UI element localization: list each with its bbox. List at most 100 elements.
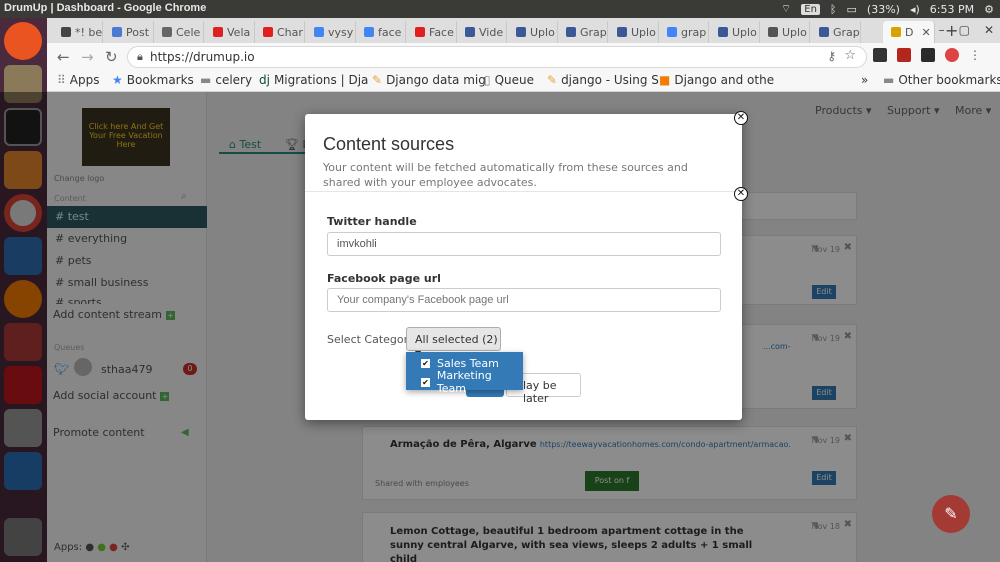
favicon-icon <box>61 27 71 37</box>
ubuntu-dash-icon[interactable] <box>4 22 42 60</box>
bookmark-item[interactable]: ■ Django and othe <box>659 73 774 87</box>
tab-label: Cele <box>176 25 201 39</box>
facebook-url-input[interactable] <box>327 288 721 312</box>
browser-tab[interactable]: vysy <box>306 21 356 43</box>
browser-tab[interactable]: Uplo <box>710 21 760 43</box>
browser-tab[interactable]: Face <box>407 21 457 43</box>
drumup-favicon-icon <box>891 27 901 37</box>
bookmark-label: Migrations | Dja <box>273 73 369 87</box>
url-text: https://drumup.io <box>150 50 255 64</box>
modal-description: Your content will be fetched automatical… <box>323 161 688 189</box>
os-top-bar: DrumUp | Dashboard - Google Chrome ⌔ En … <box>0 0 1000 18</box>
compose-fab[interactable]: ✎ <box>932 495 970 533</box>
battery-percent: (33%) <box>866 2 900 16</box>
back-icon[interactable]: ← <box>57 48 70 66</box>
youtube-favicon-icon <box>415 27 425 37</box>
close-inner-modal-icon[interactable]: ✕ <box>734 187 748 201</box>
key-icon[interactable]: ⚷ <box>827 49 836 63</box>
bookmark-item[interactable]: ▯ Queue <box>484 73 534 87</box>
folder-icon: ▬ <box>883 73 895 87</box>
tab-label: Uplo <box>631 25 656 39</box>
bookmark-item[interactable]: ✎ django - Using S <box>547 73 659 87</box>
bookmark-item[interactable]: ▬ celery <box>200 73 252 87</box>
bookmark-label: django - Using S <box>561 73 659 87</box>
twitter-handle-label: Twitter handle <box>327 215 417 228</box>
facebook-favicon-icon <box>465 27 475 37</box>
category-dropdown-menu: ✔ Sales Team ✔ Marketing Team <box>406 352 523 395</box>
menu-dots-icon[interactable]: ⋮ <box>969 48 983 62</box>
address-bar[interactable]: 🔒︎ https://drumup.io ⚷ ☆ <box>127 46 867 68</box>
browser-tab-active[interactable]: D ✕ <box>883 21 935 43</box>
bookmark-favicon-icon: ✎ <box>372 73 383 87</box>
browser-tab[interactable]: Uplo <box>609 21 659 43</box>
extension-icon[interactable] <box>921 48 935 62</box>
browser-tab[interactable]: Vela <box>205 21 255 43</box>
settings-icon[interactable]: ⚙ <box>984 3 994 16</box>
bookmark-star-icon[interactable]: ☆ <box>844 48 856 63</box>
screen: DrumUp | Dashboard - Google Chrome ⌔ En … <box>0 0 1000 562</box>
minimize-icon[interactable]: – <box>939 23 945 37</box>
lock-icon[interactable]: 🔒︎ <box>137 50 143 64</box>
browser-tab[interactable]: face <box>356 21 406 43</box>
forward-icon[interactable]: → <box>81 48 94 66</box>
other-bookmarks[interactable]: ▬ Other bookmarks <box>883 73 1000 87</box>
tab-strip: *! be Post Cele Vela Char vysy face Face… <box>47 18 1000 43</box>
system-tray: ⌔ En ᛒ ▭ (33%) ◂) 6:53 PM ⚙ <box>781 2 994 16</box>
bookmark-item[interactable]: dj Migrations | Dja <box>259 73 368 87</box>
browser-tab[interactable]: Uplo <box>760 21 810 43</box>
battery-icon[interactable]: ▭ <box>847 3 857 16</box>
keyboard-layout[interactable]: En <box>801 3 820 15</box>
option-marketing-team[interactable]: ✔ Marketing Team <box>406 369 523 395</box>
bookmark-label: Apps <box>69 73 100 87</box>
maximize-icon[interactable]: ▢ <box>959 23 970 37</box>
bookmark-item[interactable]: ✎ Django data mig <box>372 73 486 87</box>
apps-grid-icon: ⠿ <box>57 73 66 87</box>
google-favicon-icon <box>364 27 374 37</box>
facebook-favicon-icon <box>617 27 627 37</box>
close-tab-icon[interactable]: ✕ <box>921 26 930 39</box>
window-controls: – ▢ ✕ <box>939 23 994 37</box>
twitter-handle-input[interactable] <box>327 232 721 256</box>
favicon-icon <box>112 27 122 37</box>
tab-label: *! be <box>75 25 103 39</box>
option-label: Sales Team <box>437 356 499 370</box>
extension-icon[interactable] <box>873 48 887 62</box>
tab-label: face <box>378 25 402 39</box>
facebook-favicon-icon <box>516 27 526 37</box>
divider <box>305 191 742 192</box>
browser-tab[interactable]: Char <box>255 21 305 43</box>
django-icon: dj <box>259 73 270 87</box>
star-icon: ★ <box>112 73 123 87</box>
browser-tab[interactable]: *! be <box>53 21 103 43</box>
browser-tab[interactable]: Uplo <box>508 21 558 43</box>
tab-label: Face <box>429 25 454 39</box>
checkbox-checked-icon[interactable]: ✔ <box>421 358 430 368</box>
google-favicon-icon <box>667 27 677 37</box>
browser-tab[interactable]: Post <box>104 21 154 43</box>
clock[interactable]: 6:53 PM <box>930 3 974 16</box>
volume-icon[interactable]: ◂) <box>910 3 920 16</box>
extension-icon[interactable] <box>897 48 911 62</box>
wifi-icon[interactable]: ⌔ <box>781 2 791 16</box>
bookmark-apps[interactable]: ⠿ Apps <box>57 73 100 87</box>
youtube-favicon-icon <box>213 27 223 37</box>
browser-tab[interactable]: Cele <box>154 21 204 43</box>
browser-tab[interactable]: grap <box>659 21 709 43</box>
bluetooth-icon[interactable]: ᛒ <box>830 3 837 16</box>
option-label: Marketing Team <box>436 369 492 395</box>
category-dropdown[interactable]: All selected (2) ▼ <box>406 327 501 358</box>
browser-tab[interactable]: Vide <box>457 21 507 43</box>
tab-label: Uplo <box>782 25 807 39</box>
image-favicon-icon <box>768 27 778 37</box>
browser-tab[interactable]: Grap <box>811 21 861 43</box>
close-modal-icon[interactable]: ✕ <box>734 111 748 125</box>
tab-label: vysy <box>328 25 354 39</box>
bookmark-item[interactable]: ★ Bookmarks <box>112 73 194 87</box>
bookmark-overflow[interactable]: » <box>861 73 868 87</box>
profile-avatar-icon[interactable] <box>945 48 959 62</box>
browser-tab[interactable]: Grap <box>558 21 608 43</box>
dropdown-value: All selected (2) <box>415 333 498 346</box>
checkbox-checked-icon[interactable]: ✔ <box>421 377 430 387</box>
close-window-icon[interactable]: ✕ <box>984 23 994 37</box>
reload-icon[interactable]: ↻ <box>105 48 118 66</box>
